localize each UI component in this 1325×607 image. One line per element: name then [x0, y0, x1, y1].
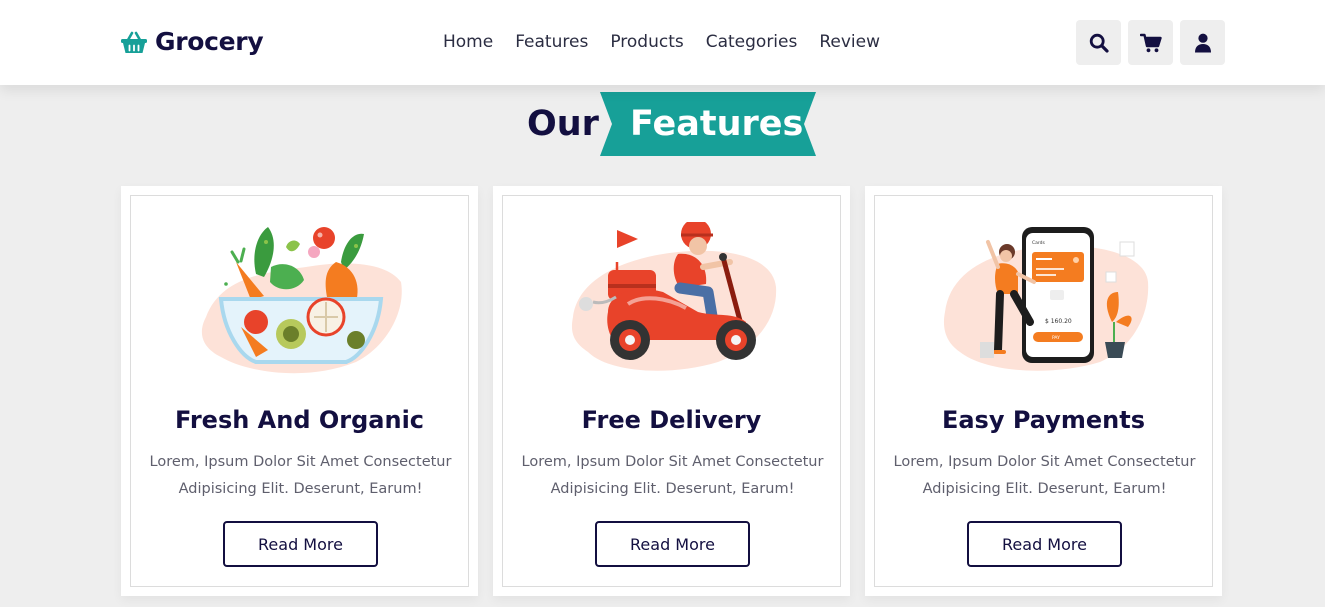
search-icon — [1089, 33, 1109, 53]
card-description: Lorem, Ipsum Dolor Sit Amet Consectetur … — [149, 454, 452, 497]
card-border: Fresh And Organic Lorem, Ipsum Dolor Sit… — [130, 195, 469, 587]
search-button[interactable] — [1076, 20, 1121, 65]
feature-card-payments: Cards $ 160.20 PAY Easy Payments Lorem, … — [865, 186, 1222, 596]
logo[interactable]: Grocery — [120, 27, 264, 56]
feature-card-fresh: Fresh And Organic Lorem, Ipsum Dolor Sit… — [121, 186, 478, 596]
cart-icon — [1139, 33, 1162, 52]
card-border: Free Delivery Lorem, Ipsum Dolor Sit Ame… — [502, 195, 841, 587]
site-header: Grocery Home Features Products Categorie… — [0, 0, 1325, 85]
user-button[interactable] — [1180, 20, 1225, 65]
nav-home[interactable]: Home — [443, 32, 493, 52]
main-nav: Home Features Products Categories Review — [443, 32, 880, 52]
card-title: Free Delivery — [581, 406, 762, 434]
phone-pay-label: PAY — [1052, 335, 1060, 341]
delivery-scooter-illustration — [571, 222, 777, 371]
mobile-payment-illustration: Cards $ 160.20 PAY — [943, 227, 1149, 371]
card-border: Cards $ 160.20 PAY Easy Payments Lorem, … — [874, 195, 1213, 587]
heading-plain-text: Our — [527, 104, 599, 144]
phone-screen-amount: $ 160.20 — [1045, 318, 1072, 325]
logo-text: Grocery — [155, 27, 264, 56]
card-title: Easy Payments — [941, 406, 1146, 434]
basket-icon — [121, 31, 147, 53]
read-more-button[interactable]: Read More — [967, 521, 1122, 567]
card-description: Lorem, Ipsum Dolor Sit Amet Consectetur … — [521, 454, 824, 497]
nav-review[interactable]: Review — [819, 32, 880, 52]
nav-products[interactable]: Products — [610, 32, 683, 52]
read-more-button[interactable]: Read More — [595, 521, 750, 567]
card-description: Lorem, Ipsum Dolor Sit Amet Consectetur … — [893, 454, 1196, 497]
header-icons — [1076, 20, 1225, 65]
phone-screen-label: Cards — [1032, 240, 1046, 246]
vegetable-bowl-illustration — [201, 227, 402, 374]
card-title: Fresh And Organic — [174, 406, 425, 434]
heading-highlight-text: Features — [630, 104, 804, 144]
nav-features[interactable]: Features — [515, 32, 588, 52]
feature-card-delivery: Free Delivery Lorem, Ipsum Dolor Sit Ame… — [493, 186, 850, 596]
user-icon — [1194, 33, 1211, 52]
features-heading: Our Features — [0, 92, 1325, 156]
read-more-button[interactable]: Read More — [223, 521, 378, 567]
nav-categories[interactable]: Categories — [706, 32, 798, 52]
cart-button[interactable] — [1128, 20, 1173, 65]
